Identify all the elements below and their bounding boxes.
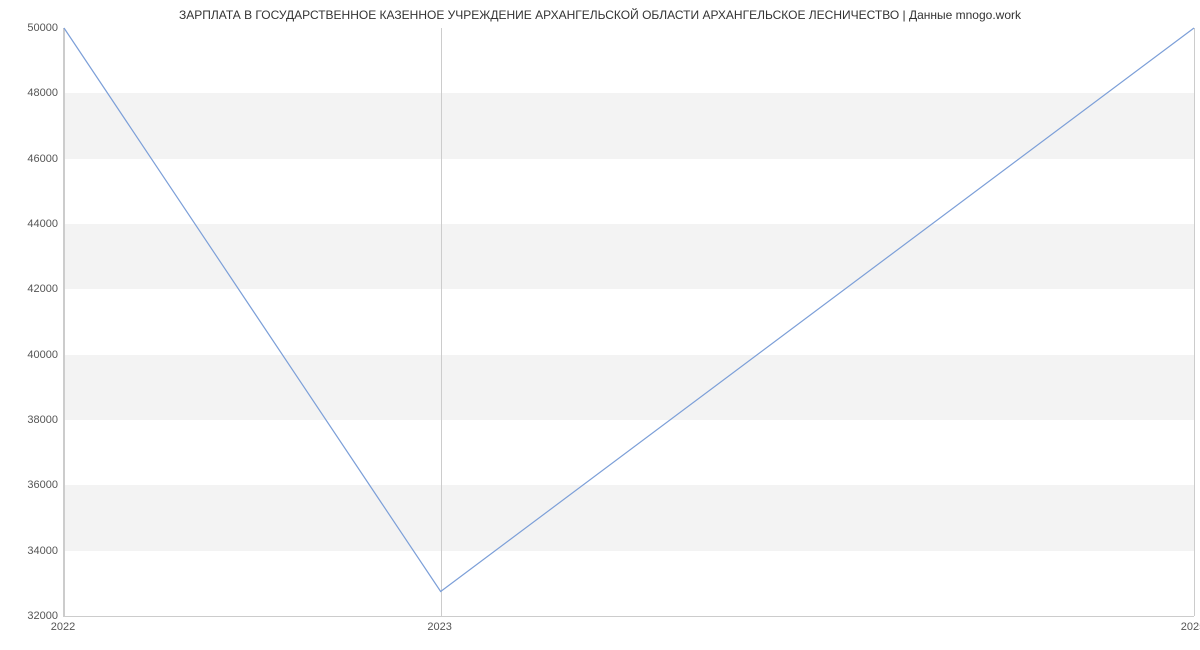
y-tick-label: 48000 — [8, 87, 58, 99]
y-tick-label: 42000 — [8, 283, 58, 295]
chart-title: ЗАРПЛАТА В ГОСУДАРСТВЕННОЕ КАЗЕННОЕ УЧРЕ… — [0, 8, 1200, 22]
line-series — [64, 28, 1194, 616]
x-tick-label: 2023 — [427, 621, 451, 633]
y-tick-label: 38000 — [8, 414, 58, 426]
chart-container: ЗАРПЛАТА В ГОСУДАРСТВЕННОЕ КАЗЕННОЕ УЧРЕ… — [0, 0, 1200, 650]
y-tick-label: 46000 — [8, 153, 58, 165]
x-gridline — [1194, 28, 1195, 616]
y-tick-label: 40000 — [8, 349, 58, 361]
y-tick-label: 36000 — [8, 479, 58, 491]
y-tick-label: 34000 — [8, 545, 58, 557]
x-tick-label: 2022 — [51, 621, 75, 633]
y-tick-label: 44000 — [8, 218, 58, 230]
y-tick-label: 50000 — [8, 22, 58, 34]
plot-area — [63, 28, 1194, 617]
x-tick-label: 2025 — [1181, 621, 1200, 633]
